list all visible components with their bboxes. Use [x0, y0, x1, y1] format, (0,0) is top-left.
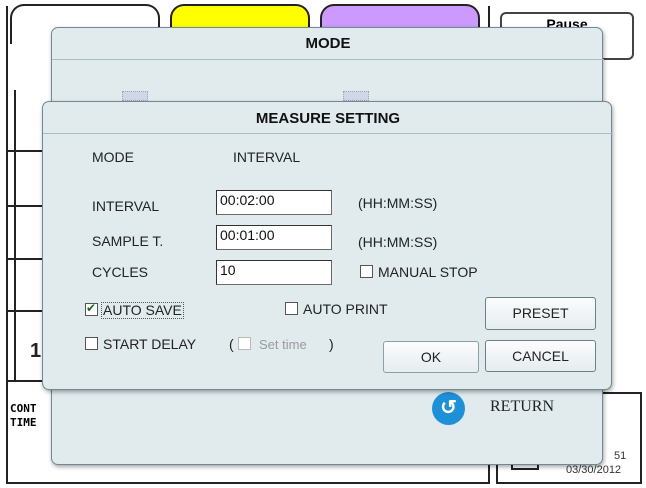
auto-save-label: AUTO SAVE	[101, 302, 184, 319]
cycles-label: CYCLES	[92, 264, 149, 280]
start-delay-checkbox[interactable]: START DELAY	[83, 335, 243, 353]
measure-dialog-title: MEASURE SETTING	[255, 110, 401, 127]
return-icon: ↺	[432, 392, 465, 425]
cont-time-label: CONT TIME	[10, 402, 37, 430]
interval-label: INTERVAL	[92, 198, 160, 214]
mode-title-divider	[52, 59, 604, 60]
set-time-open-paren: (	[229, 336, 234, 352]
auto-print-box[interactable]	[285, 302, 298, 315]
mode-value: INTERVAL	[233, 149, 301, 165]
set-time-close-paren: )	[329, 336, 334, 352]
auto-print-label: AUTO PRINT	[303, 301, 388, 317]
mode-option-icon-1[interactable]	[122, 91, 148, 101]
start-delay-box[interactable]	[85, 337, 98, 350]
set-time-checkbox[interactable]: Set time	[238, 335, 338, 353]
mode-dialog-title: MODE	[305, 35, 351, 52]
sample-time-input[interactable]: 00:01:00	[216, 225, 332, 250]
cycles-input[interactable]: 10	[216, 260, 332, 285]
mode-option-icon-2[interactable]	[343, 91, 369, 101]
auto-print-checkbox[interactable]: AUTO PRINT	[283, 300, 423, 318]
interval-input[interactable]: 00:02:00	[216, 190, 332, 215]
interval-unit: (HH:MM:SS)	[358, 195, 438, 211]
set-time-box[interactable]	[238, 337, 251, 350]
manual-stop-checkbox[interactable]: MANUAL STOP	[358, 263, 538, 281]
auto-save-box[interactable]	[85, 301, 98, 316]
preset-button[interactable]: PRESET	[485, 297, 596, 330]
mode-label: MODE	[92, 149, 134, 165]
sample-time-label: SAMPLE T.	[92, 233, 164, 249]
time-label: TIME	[10, 416, 37, 429]
sample-time-unit: (HH:MM:SS)	[358, 234, 438, 250]
counter-fragment: 51	[614, 450, 627, 462]
return-button[interactable]: ↺ RETURN	[432, 388, 554, 428]
ok-button[interactable]: OK	[383, 341, 479, 373]
measure-title-divider	[43, 133, 613, 134]
set-time-label: Set time	[259, 337, 307, 352]
manual-stop-box[interactable]	[360, 265, 373, 278]
auto-save-checkbox[interactable]: AUTO SAVE	[83, 301, 213, 319]
return-label: RETURN	[490, 398, 554, 415]
start-delay-label: START DELAY	[103, 336, 197, 352]
date-display: 03/30/2012	[566, 464, 622, 476]
cancel-button[interactable]: CANCEL	[485, 340, 596, 372]
left-digit: 1	[30, 340, 42, 362]
measure-setting-dialog: MEASURE SETTING MODE INTERVAL INTERVAL 0…	[42, 101, 613, 390]
manual-stop-label: MANUAL STOP	[378, 264, 478, 280]
cont-label: CONT	[10, 402, 37, 415]
left-panel-divider	[6, 90, 16, 380]
